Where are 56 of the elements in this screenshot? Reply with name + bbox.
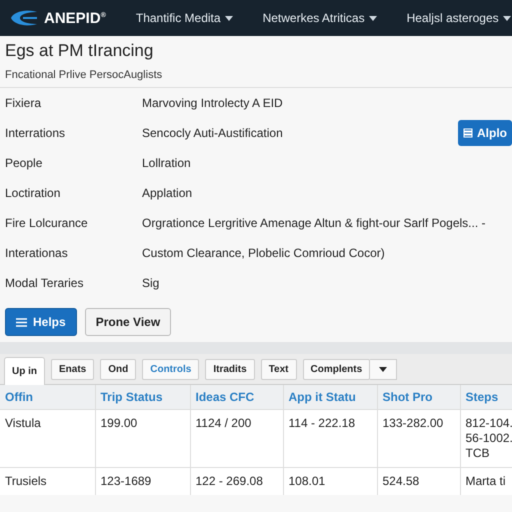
table-cell: 123-1689 xyxy=(95,468,190,495)
column-header: Offin xyxy=(0,385,95,410)
caret-icon xyxy=(368,16,377,20)
logo-icon xyxy=(10,10,38,26)
field-value: Custom Clearance, Plobelic Comrioud Cocor) xyxy=(142,246,386,260)
nav-menu[interactable]: Netwerkes Atriticas xyxy=(262,11,377,25)
table-cell: 133-282.00 xyxy=(377,410,460,468)
table-cell: Marta ti xyxy=(460,468,512,495)
tab[interactable]: Up in xyxy=(4,357,45,385)
page-title: Egs at PM tIrancing xyxy=(5,40,154,62)
table-cell: 199.00 xyxy=(95,410,190,468)
nav-menu[interactable]: Healjsl asteroges xyxy=(406,11,511,25)
action-button[interactable]: Alplo xyxy=(458,120,512,146)
table-cell: 122 - 269.08 xyxy=(190,468,283,495)
table-cell: 114 - 222.18 xyxy=(283,410,377,468)
column-header: Ideas CFC xyxy=(190,385,283,410)
field-label: People xyxy=(5,156,44,170)
caret-icon xyxy=(224,16,233,20)
field-value: Applation xyxy=(142,186,194,200)
table-cell: Trusiels xyxy=(0,468,95,495)
table-cell: 1124 / 200 xyxy=(190,410,283,468)
view-button[interactable]: Prone View xyxy=(84,308,172,336)
stack-icon xyxy=(463,128,473,138)
field-label: Interationas xyxy=(5,246,69,260)
field-label: Loctiration xyxy=(5,186,62,200)
field-value: Sig xyxy=(142,276,160,290)
column-header: App it Statu xyxy=(283,385,377,410)
field-label: Fixiera xyxy=(5,96,42,110)
caret-icon xyxy=(379,367,388,372)
table-cell: Vistula xyxy=(0,410,95,468)
field-value: Marvoving Introlecty A EID xyxy=(142,96,284,110)
page-subtitle: Fncational Prlive PersocAuglists xyxy=(5,68,164,82)
helps-button[interactable]: Helps xyxy=(5,308,77,336)
field-label: Modal Teraries xyxy=(5,276,84,290)
column-header: Trip Status xyxy=(95,385,190,410)
tab[interactable]: Complents xyxy=(302,359,370,380)
field-value: Sencocly Auti-Austification xyxy=(142,126,284,140)
dropdown-button[interactable] xyxy=(370,359,398,380)
table-cell: 524.58 xyxy=(377,468,460,495)
field-value: Orgrationce Lergritive Amenage Altun & fight-our Sarlf Pogels... - xyxy=(142,216,487,230)
table-cell: 108.01 xyxy=(283,468,377,495)
tab[interactable]: Controls xyxy=(142,359,200,380)
tab[interactable]: Itradits xyxy=(205,359,255,380)
table-cell: 812-104. 56-1002. TCB xyxy=(460,410,512,468)
tab[interactable]: Text xyxy=(260,359,297,380)
column-header: Shot Pro xyxy=(377,385,460,410)
field-label: Fire Lolcurance xyxy=(5,216,89,230)
tab[interactable]: Enats xyxy=(51,359,94,380)
tab[interactable]: Ond xyxy=(100,359,136,380)
logo-text: ANEPID$^{®}$ xyxy=(44,10,106,26)
menu-icon xyxy=(16,318,27,326)
field-value: Lollration xyxy=(142,156,192,170)
nav-menu[interactable]: Thantific Medita xyxy=(136,11,233,25)
field-label: Interrations xyxy=(5,126,66,140)
column-header: Steps xyxy=(460,385,512,410)
caret-icon xyxy=(502,16,511,20)
